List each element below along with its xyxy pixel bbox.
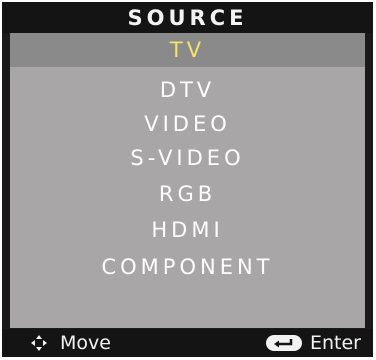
source-item-s-video[interactable]: S-VIDEO: [10, 141, 365, 175]
title-bar: SOURCE: [2, 2, 373, 33]
source-item-dtv[interactable]: DTV: [10, 73, 365, 107]
enter-hint: Enter: [266, 329, 361, 357]
move-label: Move: [60, 332, 111, 354]
source-item-label: COMPONENT: [101, 255, 274, 279]
source-item-label: HDMI: [151, 218, 224, 242]
source-item-video[interactable]: VIDEO: [10, 107, 365, 141]
source-item-hdmi[interactable]: HDMI: [10, 213, 365, 247]
enter-label: Enter: [310, 332, 361, 354]
move-hint: Move: [30, 329, 111, 357]
source-list: TV DTV VIDEO S-VIDEO RGB HDMI COMPONENT: [10, 33, 365, 328]
source-item-rgb[interactable]: RGB: [10, 177, 365, 211]
source-item-label: TV: [169, 38, 206, 62]
source-item-label: DTV: [159, 78, 216, 102]
source-menu: SOURCE TV DTV VIDEO S-VIDEO RGB HDMI COM…: [2, 2, 373, 357]
four-way-arrow-icon: [30, 334, 48, 352]
source-item-label: RGB: [158, 182, 217, 206]
footer-bar: Move Enter: [2, 329, 373, 357]
source-item-label: VIDEO: [144, 112, 231, 136]
source-item-label: S-VIDEO: [130, 146, 245, 170]
source-item-component[interactable]: COMPONENT: [10, 250, 365, 284]
source-item-tv[interactable]: TV: [10, 33, 365, 67]
enter-return-icon: [266, 334, 302, 352]
menu-title: SOURCE: [127, 5, 248, 30]
